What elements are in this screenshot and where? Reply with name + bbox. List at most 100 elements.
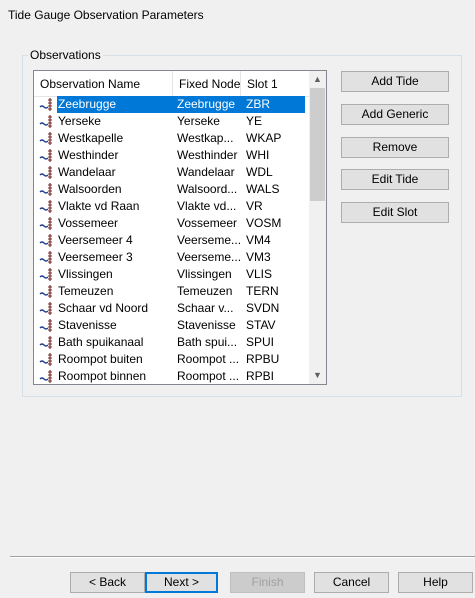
observation-name-cell: Yerseke [58,114,101,128]
tide-gauge-icon [39,164,56,181]
list-row[interactable]: Westhinder Westhinder WHI [34,147,310,164]
column-header-observation-name[interactable]: Observation Name [34,71,173,96]
slot-1-cell: RPBU [246,352,280,366]
list-row[interactable]: Roompot binnen Roompot ... RPBI [34,368,310,384]
finish-button[interactable]: Finish [230,572,305,593]
dialog-window: Tide Gauge Observation Parameters Observ… [0,0,475,598]
list-row[interactable]: Veersemeer 3 Veerseme... VM3 [34,249,310,266]
column-header-fixed-node[interactable]: Fixed Node [173,71,241,96]
observations-list[interactable]: Observation Name Fixed Node Slot 1 Zeebr… [33,70,327,385]
list-row[interactable]: Vlakte vd Raan Vlakte vd... VR [34,198,310,215]
slot-1-cell: VM4 [246,233,271,247]
list-row[interactable]: Wandelaar Wandelaar WDL [34,164,310,181]
observation-name-cell: Zeebrugge [57,96,174,113]
list-row[interactable]: Vossemeer Vossemeer VOSM [34,215,310,232]
fixed-node-cell: Stavenisse [177,318,236,332]
edit-slot-button[interactable]: Edit Slot [341,202,449,223]
observation-name-cell: Stavenisse [58,318,117,332]
observation-name-cell: Vlissingen [58,267,113,281]
cancel-button[interactable]: Cancel [314,572,389,593]
fixed-node-cell: Roompot ... [177,352,240,366]
fixed-node-cell: Vlakte vd... [177,199,237,213]
tide-gauge-icon [39,181,56,198]
footer-separator [10,556,475,558]
add-tide-button[interactable]: Add Tide [341,71,449,92]
observation-name-cell: Wandelaar [58,165,116,179]
tide-gauge-icon [39,215,56,232]
tide-gauge-icon [39,283,56,300]
fixed-node-cell: Bath spui... [177,335,238,349]
scroll-up-icon[interactable]: ▲ [309,71,326,88]
observation-name-cell: Vlakte vd Raan [58,199,140,213]
tide-gauge-icon [39,368,56,384]
back-button[interactable]: < Back [70,572,145,593]
column-header-slot-1[interactable]: Slot 1 [241,71,310,96]
vertical-scrollbar[interactable]: ▲ ▼ [309,71,326,384]
fixed-node-cell: Walsoord... [177,182,238,196]
scroll-down-icon[interactable]: ▼ [309,367,326,384]
fixed-node-cell: Temeuzen [177,284,233,298]
slot-1-cell: RPBI [246,369,275,383]
list-row[interactable]: Yerseke Yerseke YE [34,113,310,130]
edit-tide-button[interactable]: Edit Tide [341,169,449,190]
fixed-node-cell: Westkap... [177,131,234,145]
scrollbar-thumb[interactable] [310,88,325,201]
fixed-node-cell: Vlissingen [177,267,232,281]
fixed-node-cell: Vossemeer [177,216,238,230]
fixed-node-cell: Wandelaar [177,165,235,179]
slot-1-cell: YE [246,114,263,128]
fixed-node-cell: Yerseke [177,114,220,128]
tide-gauge-icon [39,249,56,266]
tide-gauge-icon [39,147,56,164]
list-row[interactable]: Stavenisse Stavenisse STAV [34,317,310,334]
tide-gauge-icon [39,334,56,351]
slot-1-cell: SVDN [246,301,280,315]
slot-1-cell: STAV [246,318,276,332]
slot-1-cell: WHI [246,148,270,162]
slot-1-cell: VOSM [246,216,282,230]
slot-1-cell: ZBR [246,96,301,113]
tide-gauge-icon [39,300,56,317]
tide-gauge-icon [39,317,56,334]
list-row[interactable]: Temeuzen Temeuzen TERN [34,283,310,300]
slot-1-cell: WKAP [246,131,282,145]
list-header: Observation Name Fixed Node Slot 1 [34,71,310,97]
observation-name-cell: Walsoorden [58,182,122,196]
fixed-node-cell: Roompot ... [177,369,240,383]
fixed-node-cell: Westhinder [177,148,238,162]
add-generic-button[interactable]: Add Generic [341,104,449,125]
tide-gauge-icon [39,351,56,368]
list-row[interactable]: Westkapelle Westkap... WKAP [34,130,310,147]
remove-button[interactable]: Remove [341,137,449,158]
observation-name-cell: Westkapelle [58,131,124,145]
tide-gauge-icon [39,113,56,130]
tide-gauge-icon [39,198,56,215]
tide-gauge-icon [39,96,56,113]
tide-gauge-icon [39,130,56,147]
list-row[interactable]: Zeebrugge Zeebrugge ZBR [34,96,310,113]
fixed-node-cell: Veerseme... [177,250,241,264]
window-title: Tide Gauge Observation Parameters [8,8,204,22]
observation-name-cell: Roompot buiten [58,352,143,366]
observation-name-cell: Temeuzen [58,284,114,298]
observation-name-cell: Schaar vd Noord [58,301,149,315]
observation-name-cell: Vossemeer [58,216,119,230]
list-row[interactable]: Roompot buiten Roompot ... RPBU [34,351,310,368]
help-button[interactable]: Help [398,572,473,593]
list-row[interactable]: Schaar vd Noord Schaar v... SVDN [34,300,310,317]
observation-name-cell: Bath spuikanaal [58,335,144,349]
observation-name-cell: Roompot binnen [58,369,147,383]
observation-name-cell: Veersemeer 3 [58,250,133,264]
slot-1-cell: TERN [246,284,279,298]
list-row[interactable]: Veersemeer 4 Veerseme... VM4 [34,232,310,249]
tide-gauge-icon [39,266,56,283]
next-button[interactable]: Next > [145,572,218,593]
slot-1-cell: WDL [246,165,273,179]
slot-1-cell: VLIS [246,267,273,281]
list-row[interactable]: Walsoorden Walsoord... WALS [34,181,310,198]
observations-group-label: Observations [28,48,103,62]
slot-1-cell: VR [246,199,263,213]
fixed-node-cell: Schaar v... [177,301,234,315]
list-row[interactable]: Vlissingen Vlissingen VLIS [34,266,310,283]
list-row[interactable]: Bath spuikanaal Bath spui... SPUI [34,334,310,351]
